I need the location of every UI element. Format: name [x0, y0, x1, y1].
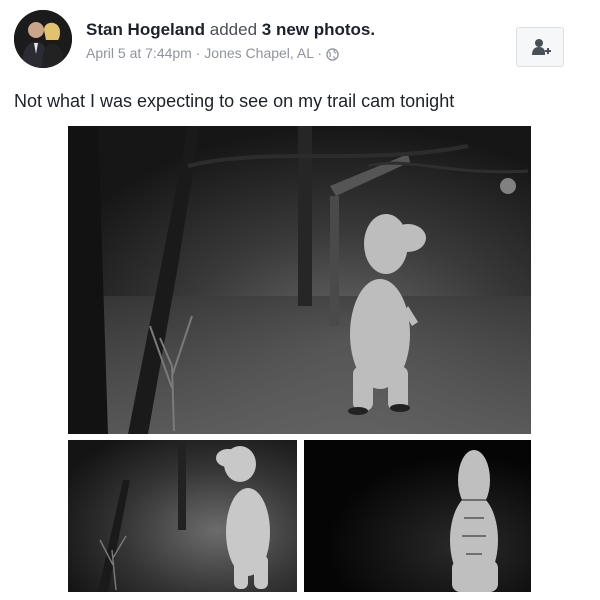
author-avatar[interactable] — [14, 10, 72, 68]
add-friend-button[interactable] — [516, 27, 564, 67]
post-timestamp[interactable]: April 5 at 7:44pm — [86, 45, 192, 61]
action-text: added — [209, 20, 258, 39]
globe-icon[interactable] — [326, 48, 339, 65]
separator-dot: · — [195, 45, 201, 61]
trail-cam-image — [68, 440, 297, 592]
author-name-link[interactable]: Stan Hogeland — [86, 20, 205, 39]
avatar-image — [14, 10, 72, 68]
photo-thumbnail-2[interactable] — [304, 440, 531, 592]
post-subline: April 5 at 7:44pm · Jones Chapel, AL · — [86, 45, 486, 65]
post-meta: Stan Hogeland added 3 new photos. April … — [86, 20, 486, 65]
trail-cam-image — [68, 126, 531, 434]
add-friend-icon — [532, 39, 551, 55]
post-title-line: Stan Hogeland added 3 new photos. — [86, 20, 486, 40]
trail-cam-image — [304, 440, 531, 592]
photo-count-link[interactable]: 3 new photos. — [262, 20, 375, 39]
location-link[interactable]: Jones Chapel, AL — [204, 45, 313, 61]
photo-thumbnail-1[interactable] — [68, 440, 297, 592]
post-caption: Not what I was expecting to see on my tr… — [14, 91, 455, 111]
photo-main[interactable] — [68, 126, 531, 434]
separator-dot: · — [317, 45, 323, 61]
